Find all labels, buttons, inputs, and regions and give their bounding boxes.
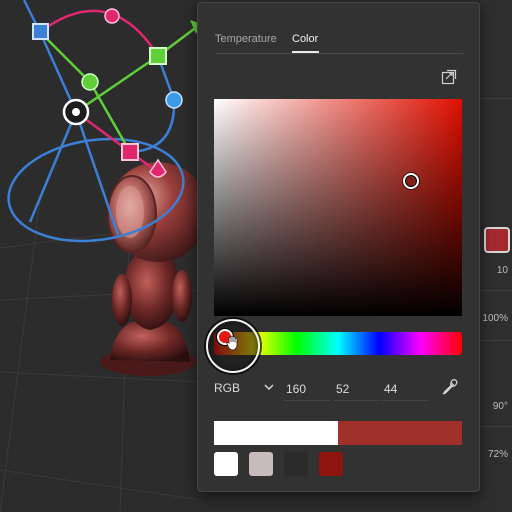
props-divider bbox=[479, 340, 512, 341]
previous-color-swatch[interactable] bbox=[214, 421, 338, 445]
export-icon[interactable] bbox=[441, 69, 457, 85]
color-compare-bar bbox=[214, 421, 462, 445]
picker-tabs: Temperature Color bbox=[215, 30, 463, 54]
recent-swatch[interactable] bbox=[319, 452, 343, 476]
color-picker-popover: Temperature Color RGB bbox=[197, 2, 480, 492]
tab-color[interactable]: Color bbox=[292, 33, 318, 45]
color-mode-select[interactable]: RGB bbox=[214, 381, 240, 395]
hue-slider-magnifier[interactable] bbox=[206, 319, 260, 373]
props-value-percent: 72% bbox=[487, 449, 508, 460]
recent-swatch[interactable] bbox=[214, 452, 238, 476]
props-value-angle: 90° bbox=[492, 401, 508, 412]
props-value-size: 10 bbox=[496, 265, 508, 276]
recent-swatch[interactable] bbox=[249, 452, 273, 476]
props-divider bbox=[479, 98, 512, 99]
current-color-swatch bbox=[338, 421, 462, 445]
chevron-down-icon[interactable] bbox=[264, 383, 274, 391]
recent-swatches bbox=[214, 452, 343, 476]
color-field-handle[interactable] bbox=[403, 173, 419, 189]
green-value-input[interactable] bbox=[334, 377, 380, 401]
eyedropper-icon[interactable] bbox=[441, 378, 459, 396]
props-divider bbox=[479, 426, 512, 427]
active-tab-indicator bbox=[292, 51, 319, 53]
props-value-opacity: 100% bbox=[482, 313, 508, 324]
blue-value-input[interactable] bbox=[382, 377, 428, 401]
properties-panel: 10 100% 90° 72% bbox=[478, 0, 512, 512]
tab-temperature[interactable]: Temperature bbox=[215, 33, 277, 45]
color-values-row: RGB bbox=[214, 377, 462, 401]
hue-slider[interactable] bbox=[206, 319, 462, 373]
saturation-brightness-field[interactable] bbox=[214, 99, 462, 316]
red-value-input[interactable] bbox=[284, 377, 330, 401]
hand-cursor-icon bbox=[226, 335, 238, 351]
recent-swatch[interactable] bbox=[284, 452, 308, 476]
props-divider bbox=[479, 290, 512, 291]
base-color-swatch[interactable] bbox=[484, 227, 510, 253]
